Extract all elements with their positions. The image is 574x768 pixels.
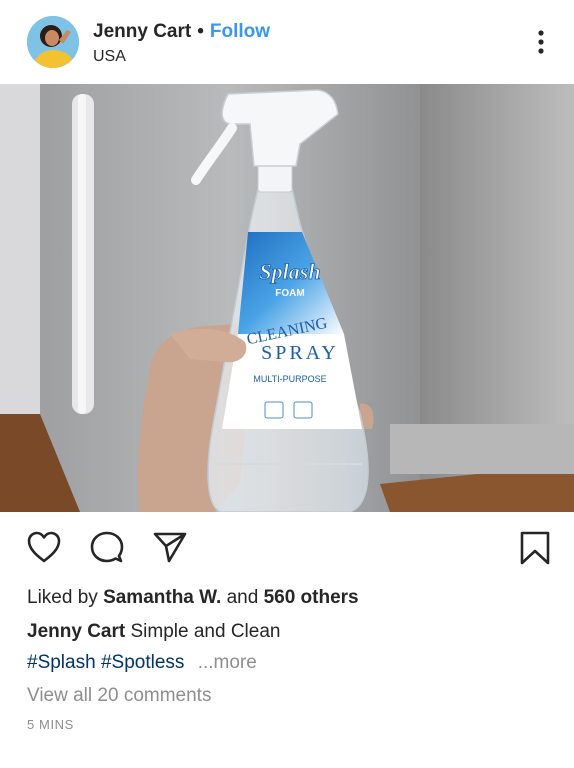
caption-username[interactable]: Jenny Cart	[27, 621, 125, 642]
likes-prefix: Liked by	[27, 587, 98, 608]
likes-conjunction: and	[226, 587, 259, 608]
caption-more-link[interactable]: ...more	[198, 652, 257, 673]
paper-plane-icon[interactable]	[152, 530, 188, 569]
post-header: Jenny Cart • Follow USA	[0, 0, 574, 84]
label-multipurpose: MULTI-PURPOSE	[253, 374, 326, 384]
label-brand: Splash	[259, 259, 320, 284]
hashtag-link[interactable]: #Splash	[27, 652, 96, 673]
action-bar	[0, 512, 574, 582]
caption: Jenny Cart Simple and Clean	[27, 620, 280, 644]
label-spray: SPRAY	[261, 342, 339, 364]
label-foam: FOAM	[275, 288, 304, 299]
post-timestamp: 5 MINS	[27, 717, 74, 732]
likes-others[interactable]: 560 others	[264, 587, 359, 608]
bookmark-icon[interactable]	[519, 530, 551, 571]
follow-button[interactable]: Follow	[210, 21, 270, 42]
heart-icon[interactable]	[26, 530, 62, 569]
hashtag-link[interactable]: #Spotless	[101, 652, 184, 673]
separator-dot: •	[197, 21, 204, 42]
avatar[interactable]	[27, 16, 79, 68]
caption-text: Simple and Clean	[130, 621, 281, 642]
likes-summary[interactable]: Liked by Samantha W. and 560 others	[27, 586, 359, 610]
post-location[interactable]: USA	[93, 47, 126, 67]
post-photo[interactable]: Splash FOAM CLEANING SPRAY MULTI-PURPOSE	[0, 84, 574, 512]
post-username[interactable]: Jenny Cart	[93, 21, 191, 42]
more-vertical-icon[interactable]	[527, 28, 555, 56]
name-row: Jenny Cart • Follow	[93, 20, 270, 44]
comment-icon[interactable]	[90, 530, 124, 569]
likes-user[interactable]: Samantha W.	[103, 587, 221, 608]
view-comments-link[interactable]: View all 20 comments	[27, 684, 211, 708]
hashtag-row: #Splash #Spotless ...more	[27, 651, 257, 675]
